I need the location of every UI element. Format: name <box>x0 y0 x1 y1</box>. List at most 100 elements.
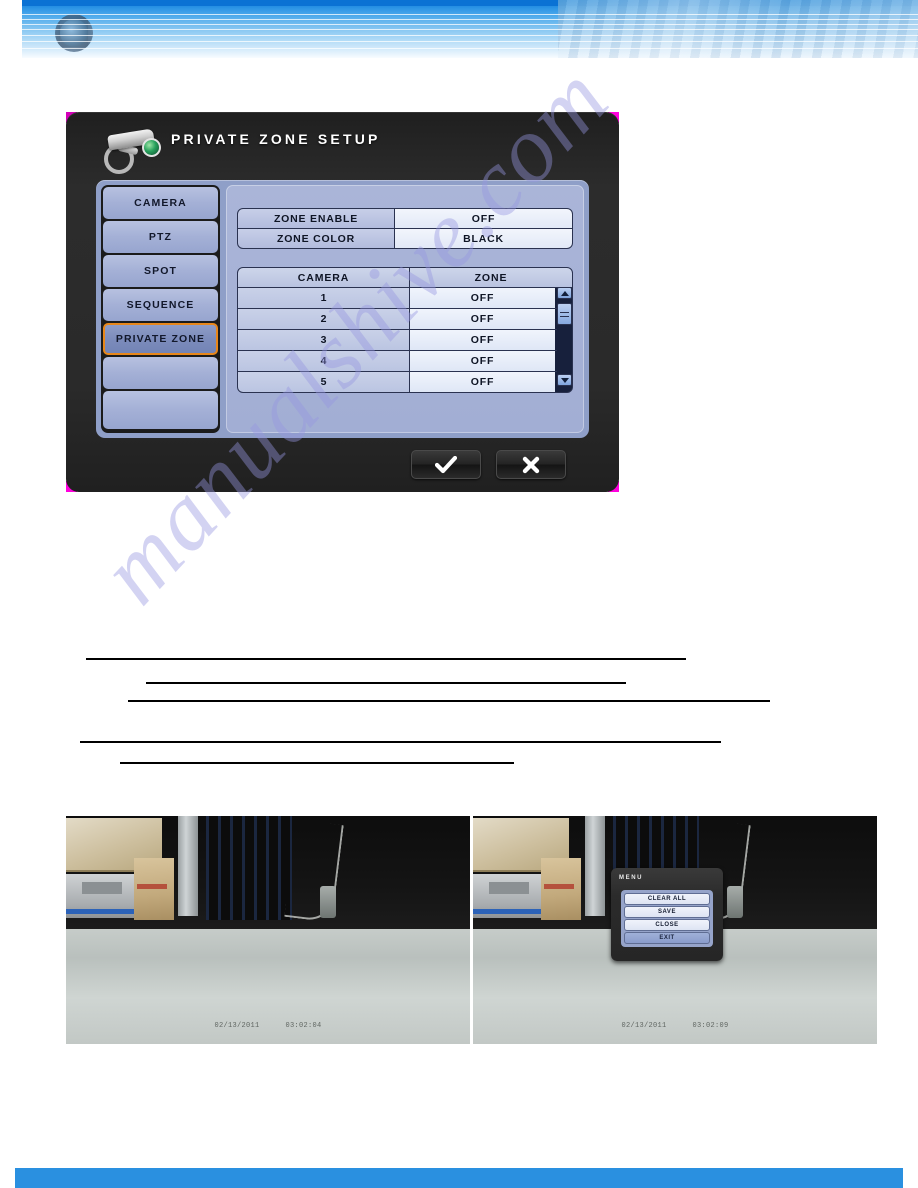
scene-column <box>585 816 605 916</box>
osd-menu-item-close[interactable]: CLOSE <box>624 919 710 931</box>
printer-slot <box>489 882 529 894</box>
table-row[interactable]: 3 OFF <box>238 330 572 351</box>
camera-preview-right[interactable]: MENU CLEAR ALL SAVE CLOSE EXIT 02/13/201… <box>473 816 877 1044</box>
confirm-button[interactable] <box>411 450 481 479</box>
menu-item-sequence[interactable]: SEQUENCE <box>103 289 218 321</box>
osd-time: 03:02:09 <box>692 1022 729 1030</box>
osd-menu-item-label: EXIT <box>659 935 675 941</box>
osd-menu-list: CLEAR ALL SAVE CLOSE EXIT <box>621 890 713 947</box>
menu-item-label: SPOT <box>144 265 177 277</box>
osd-time: 03:02:04 <box>285 1022 322 1030</box>
option-row-zone-color[interactable]: ZONE COLOR BLACK <box>238 229 572 248</box>
text-rule <box>120 762 514 764</box>
table-row[interactable]: 4 OFF <box>238 351 572 372</box>
cancel-button[interactable] <box>496 450 566 479</box>
option-row-zone-enable[interactable]: ZONE ENABLE OFF <box>238 209 572 229</box>
camera-scene <box>66 816 470 1044</box>
osd-timestamp: 02/13/2011 03:02:04 <box>66 1022 470 1030</box>
option-label: ZONE ENABLE <box>238 209 395 228</box>
banner-line <box>0 19 918 20</box>
option-label: ZONE COLOR <box>238 229 395 248</box>
scene-printer <box>473 874 541 918</box>
private-zone-content-panel: ZONE ENABLE OFF ZONE COLOR BLACK CAMERA … <box>226 185 584 433</box>
osd-menu-item-label: CLEAR ALL <box>647 896 687 902</box>
banner-left-cap <box>0 0 22 58</box>
cell-zone-value[interactable]: OFF <box>410 372 572 392</box>
text-rule <box>146 682 626 684</box>
banner-line <box>0 14 918 15</box>
cctv-camera-icon <box>98 126 163 174</box>
scene-printer <box>66 874 134 918</box>
camera-lens-shape <box>140 136 163 159</box>
cell-camera-number: 4 <box>238 351 410 371</box>
menu-item-empty-1[interactable] <box>103 357 218 389</box>
table-row[interactable]: 2 OFF <box>238 309 572 330</box>
text-rule <box>128 700 770 702</box>
printer-accent <box>66 909 134 914</box>
camera-preview-left[interactable]: 02/13/2011 03:02:04 <box>66 816 470 1044</box>
osd-menu-item-clear-all[interactable]: CLEAR ALL <box>624 893 710 905</box>
cell-zone-value[interactable]: OFF <box>410 288 572 308</box>
scene-box <box>134 858 174 920</box>
banner-line <box>0 41 918 42</box>
menu-item-label: PRIVATE ZONE <box>115 333 206 345</box>
cell-camera-number: 5 <box>238 372 410 392</box>
setup-menu-list: CAMERA PTZ SPOT SEQUENCE PRIVATE ZONE <box>101 185 220 433</box>
osd-date: 02/13/2011 <box>621 1022 667 1030</box>
checkmark-icon <box>435 455 457 473</box>
menu-item-empty-2[interactable] <box>103 391 218 429</box>
camera-zone-table: CAMERA ZONE 1 OFF 2 OFF 3 OFF 4 OFF 5 OF… <box>237 267 573 393</box>
osd-timestamp: 02/13/2011 03:02:09 <box>473 1022 877 1030</box>
cell-zone-value[interactable]: OFF <box>410 309 572 329</box>
text-rule <box>86 658 686 660</box>
table-header-row: CAMERA ZONE <box>238 268 572 288</box>
cell-camera-number: 2 <box>238 309 410 329</box>
dialog-body: CAMERA PTZ SPOT SEQUENCE PRIVATE ZONE ZO… <box>96 180 589 438</box>
printer-slot <box>82 882 122 894</box>
menu-item-spot[interactable]: SPOT <box>103 255 218 287</box>
menu-item-private-zone[interactable]: PRIVATE ZONE <box>103 323 218 355</box>
scene-mop <box>320 886 336 918</box>
scene-rack <box>206 816 292 920</box>
banner-line <box>0 35 918 36</box>
camera-list-scrollbar[interactable] <box>557 287 572 386</box>
banner-line <box>0 29 918 30</box>
menu-item-label: CAMERA <box>134 197 187 209</box>
scene-box-tape <box>544 884 574 889</box>
scene-box-tape <box>137 884 167 889</box>
dialog-header: PRIVATE ZONE SETUP <box>66 116 619 174</box>
printer-accent <box>473 909 541 914</box>
osd-menu-item-label: SAVE <box>658 909 676 915</box>
column-header-camera: CAMERA <box>238 268 410 287</box>
osd-menu-item-exit[interactable]: EXIT <box>624 932 710 944</box>
scrollbar-thumb[interactable] <box>557 303 572 325</box>
option-value-zone-color[interactable]: BLACK <box>395 229 572 248</box>
cell-zone-value[interactable]: OFF <box>410 351 572 371</box>
osd-date: 02/13/2011 <box>214 1022 260 1030</box>
osd-menu-item-save[interactable]: SAVE <box>624 906 710 918</box>
caret-down-icon[interactable] <box>557 374 572 386</box>
scene-mop <box>727 886 743 918</box>
table-row[interactable]: 1 OFF <box>238 288 572 309</box>
cell-zone-value[interactable]: OFF <box>410 330 572 350</box>
cell-camera-number: 1 <box>238 288 410 308</box>
cell-camera-number: 3 <box>238 330 410 350</box>
osd-menu-title: MENU <box>619 875 644 881</box>
banner-line <box>0 48 918 49</box>
osd-menu-item-label: CLOSE <box>655 922 679 928</box>
cross-icon <box>522 456 540 473</box>
osd-menu-dialog: MENU CLEAR ALL SAVE CLOSE EXIT <box>611 868 723 961</box>
banner-line <box>0 24 918 25</box>
scene-box <box>541 858 581 920</box>
page-header-banner <box>0 0 918 58</box>
menu-item-camera[interactable]: CAMERA <box>103 187 218 219</box>
dialog-title: PRIVATE ZONE SETUP <box>171 131 381 147</box>
option-value-zone-enable[interactable]: OFF <box>395 209 572 228</box>
table-row[interactable]: 5 OFF <box>238 372 572 392</box>
caret-up-icon[interactable] <box>557 287 572 299</box>
column-header-zone: ZONE <box>410 268 572 287</box>
zone-options-table: ZONE ENABLE OFF ZONE COLOR BLACK <box>237 208 573 249</box>
menu-item-ptz[interactable]: PTZ <box>103 221 218 253</box>
private-zone-setup-dialog: PRIVATE ZONE SETUP CAMERA PTZ SPOT SEQUE… <box>66 112 619 492</box>
scene-column <box>178 816 198 916</box>
